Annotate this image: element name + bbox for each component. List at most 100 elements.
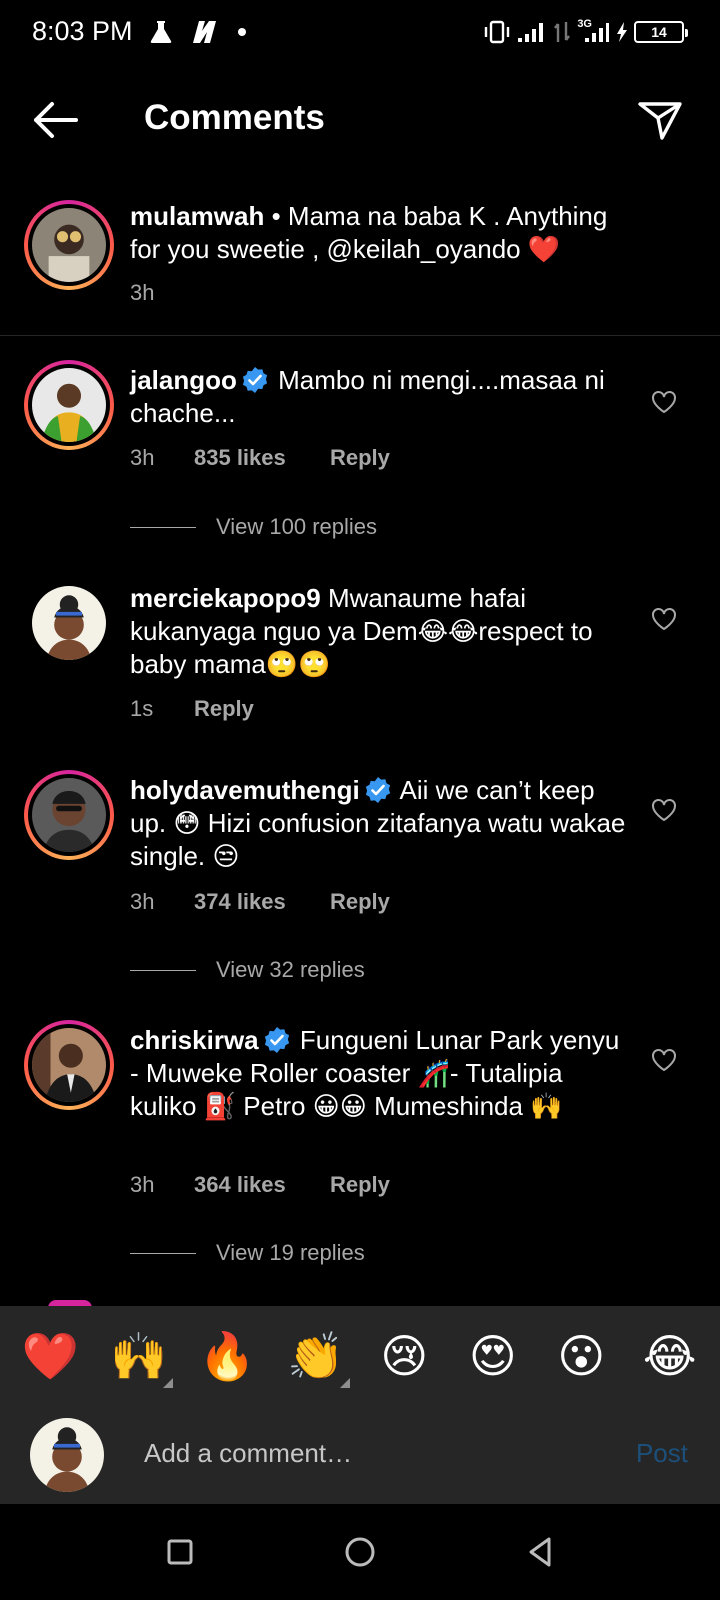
- comment-text: holydavemuthengi Aii we can’t keep up. 😳…: [130, 774, 630, 873]
- reaction-raised-hands[interactable]: 🙌: [107, 1324, 173, 1388]
- comment-username[interactable]: jalangoo: [130, 365, 237, 395]
- comment-time: 3h: [130, 889, 155, 914]
- reply-button[interactable]: Reply: [330, 445, 390, 471]
- like-button[interactable]: [650, 605, 678, 633]
- verified-badge-icon: [264, 1027, 289, 1053]
- reaction-crying[interactable]: 😢: [372, 1324, 436, 1388]
- caption-username[interactable]: mulamwah: [130, 201, 264, 231]
- verified-badge-icon: [365, 777, 390, 803]
- header: Comments: [0, 84, 720, 156]
- square-icon: [167, 1539, 193, 1565]
- reaction-raised-hands-glyph: 🙌: [110, 1328, 168, 1383]
- reaction-surprised[interactable]: 😮: [549, 1324, 613, 1388]
- verified-badge-icon: [242, 367, 268, 393]
- reaction-fire[interactable]: 🔥: [195, 1324, 259, 1388]
- reaction-laughing[interactable]: 😂: [638, 1324, 702, 1388]
- avatar-image: [30, 1418, 104, 1492]
- triangle-back-icon: [529, 1537, 551, 1567]
- paper-plane-icon: [638, 102, 682, 140]
- divider-line: [130, 1252, 196, 1254]
- avatar-image: [32, 368, 106, 442]
- recent-apps-button[interactable]: [162, 1534, 198, 1570]
- caption-text: mulamwah • Mama na baba K . Anything for…: [130, 200, 630, 266]
- comment-time: 3h: [130, 445, 155, 470]
- comment-meta: 1s Reply: [130, 696, 254, 722]
- post-button[interactable]: Post: [636, 1438, 688, 1469]
- system-navigation-bar: [0, 1504, 720, 1600]
- divider-line: [130, 526, 196, 528]
- back-button[interactable]: [28, 98, 80, 142]
- arrow-left-icon: [34, 102, 78, 138]
- comment-likes[interactable]: 835 likes: [194, 445, 330, 471]
- status-time: 8:03 PM: [32, 16, 133, 46]
- comment-meta: 3h 835 likes Reply: [130, 445, 390, 471]
- like-button[interactable]: [650, 388, 678, 416]
- comment-text: merciekapopo9 Mwanaume hafai kukanyaga n…: [130, 582, 630, 681]
- comment-time: 3h: [130, 1172, 155, 1197]
- comment-username[interactable]: merciekapopo9: [130, 583, 321, 613]
- divider-line: [130, 969, 196, 971]
- current-user-avatar: [30, 1418, 104, 1492]
- vibrate-icon: [485, 20, 510, 44]
- signal-icon: [518, 23, 544, 42]
- view-replies-label: View 32 replies: [216, 957, 365, 982]
- like-button[interactable]: [650, 1046, 678, 1074]
- comment-meta: 3h 374 likes Reply: [130, 889, 390, 915]
- view-replies-button[interactable]: View 100 replies: [130, 514, 377, 540]
- heart-outline-icon: [652, 799, 676, 822]
- like-button[interactable]: [650, 796, 678, 824]
- share-button[interactable]: [634, 94, 686, 146]
- reaction-heart[interactable]: ❤️: [18, 1324, 82, 1388]
- circle-icon: [345, 1537, 375, 1567]
- post-caption: mulamwah • Mama na baba K . Anything for…: [0, 196, 720, 336]
- reaction-heart-eyes[interactable]: 😍: [461, 1324, 525, 1388]
- avatar-image: [32, 1028, 106, 1102]
- page-title: Comments: [144, 98, 325, 137]
- avatar[interactable]: [24, 770, 114, 860]
- avatar-image: [32, 778, 106, 852]
- status-bar: 8:03 PM 3G 14: [0, 0, 720, 64]
- reaction-clap[interactable]: 👏: [284, 1324, 350, 1388]
- avatar-image: [32, 208, 106, 282]
- status-left-icons: [148, 18, 248, 46]
- comment-meta: 3h 364 likes Reply: [130, 1172, 390, 1198]
- comment-input[interactable]: Add a comment…: [144, 1438, 352, 1469]
- caption-meta: 3h: [130, 280, 194, 306]
- heart-outline-icon: [652, 391, 676, 414]
- flask-icon: [150, 21, 172, 43]
- data-arrows-icon: [554, 22, 571, 42]
- home-button[interactable]: [342, 1534, 378, 1570]
- battery-icon: 14: [634, 21, 688, 43]
- reply-button[interactable]: Reply: [330, 1172, 390, 1198]
- comment-composer: Add a comment… Post: [0, 1406, 720, 1504]
- comment-username[interactable]: chriskirwa: [130, 1025, 259, 1055]
- avatar[interactable]: [24, 360, 114, 450]
- comment-text: chriskirwa Fungueni Lunar Park yenyu - M…: [130, 1024, 630, 1123]
- avatar-image: [32, 586, 106, 660]
- skin-tone-indicator-icon: [339, 1378, 350, 1388]
- dot-icon: [238, 28, 246, 36]
- view-replies-button[interactable]: View 19 replies: [130, 1240, 365, 1266]
- emoji-reaction-bar: ❤️ 🙌 🔥 👏 😢 😍 😮 😂: [0, 1306, 720, 1406]
- heart-outline-icon: [652, 1049, 676, 1072]
- reaction-clap-glyph: 👏: [287, 1328, 345, 1383]
- avatar[interactable]: [32, 586, 106, 660]
- skin-tone-indicator-icon: [162, 1378, 173, 1388]
- reply-button[interactable]: Reply: [194, 696, 254, 722]
- back-nav-button[interactable]: [522, 1534, 558, 1570]
- view-replies-button[interactable]: View 32 replies: [130, 957, 365, 983]
- avatar[interactable]: [24, 1020, 114, 1110]
- comment-time: 1s: [130, 696, 154, 721]
- view-replies-label: View 19 replies: [216, 1240, 365, 1265]
- signal-3g-icon: [585, 23, 609, 42]
- avatar[interactable]: [24, 200, 114, 290]
- status-right-icons: 3G 14: [483, 18, 688, 46]
- netflix-icon: [193, 21, 216, 43]
- comment-username[interactable]: holydavemuthengi: [130, 775, 360, 805]
- comment-likes[interactable]: 364 likes: [194, 1172, 330, 1198]
- charging-icon: [617, 22, 627, 42]
- view-replies-label: View 100 replies: [216, 514, 378, 539]
- reply-button[interactable]: Reply: [330, 889, 390, 915]
- comment-likes[interactable]: 374 likes: [194, 889, 330, 915]
- comment-text: jalangoo Mambo ni mengi....masaa ni chac…: [130, 364, 630, 430]
